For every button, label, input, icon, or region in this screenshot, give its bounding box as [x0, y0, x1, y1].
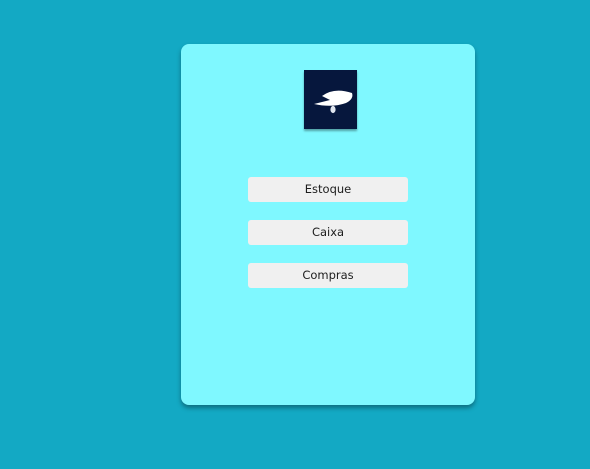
hang-glider-logo-icon	[314, 90, 353, 114]
logo	[304, 70, 357, 129]
caixa-button[interactable]: Caixa	[248, 220, 408, 245]
compras-button[interactable]: Compras	[248, 263, 408, 288]
menu-card: Estoque Caixa Compras	[181, 44, 475, 405]
estoque-button[interactable]: Estoque	[248, 177, 408, 202]
